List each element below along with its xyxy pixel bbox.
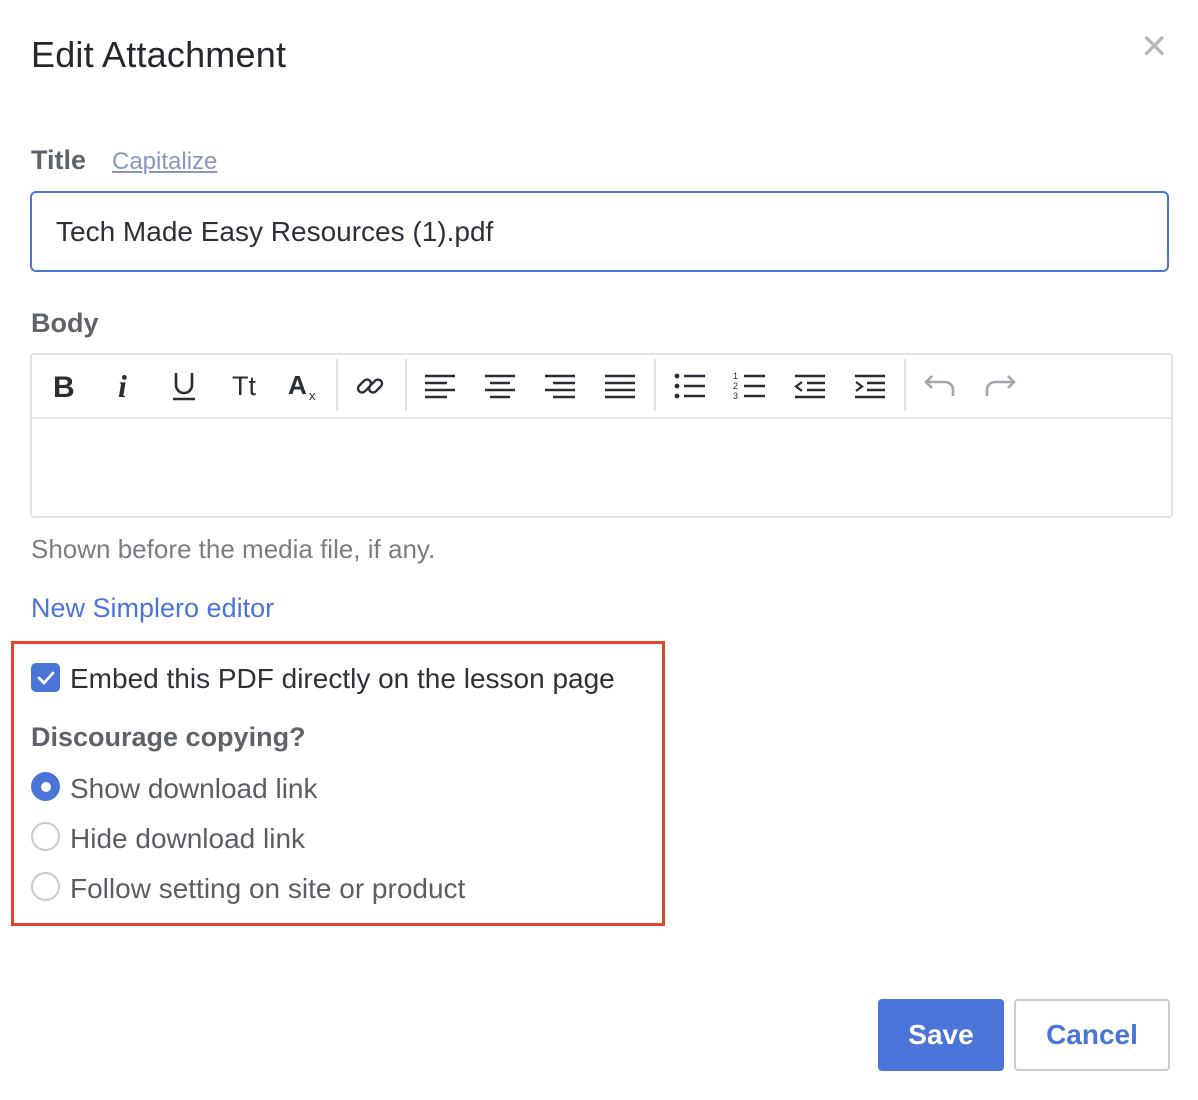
embed-pdf-checkbox[interactable]: [31, 663, 60, 692]
italic-icon[interactable]: i: [104, 365, 144, 407]
align-center-icon[interactable]: [480, 365, 520, 407]
svg-text:i: i: [118, 370, 127, 402]
indent-icon[interactable]: [850, 365, 890, 407]
svg-text:1: 1: [733, 371, 738, 381]
title-input[interactable]: [30, 191, 1169, 272]
close-icon[interactable]: ✕: [1140, 30, 1169, 64]
undo-icon[interactable]: [920, 365, 960, 407]
discourage-copying-label: Discourage copying?: [31, 722, 306, 752]
body-helper-text: Shown before the media file, if any.: [31, 534, 436, 564]
align-left-icon[interactable]: [420, 365, 460, 407]
align-justify-icon[interactable]: [600, 365, 640, 407]
clear-format-icon[interactable]: A x: [284, 365, 324, 407]
outdent-icon[interactable]: [790, 365, 830, 407]
bold-icon[interactable]: B: [44, 365, 84, 407]
editor-toolbar: B i Tt A x 1 2 3: [32, 355, 1171, 419]
toolbar-divider: [405, 359, 407, 411]
new-simplero-editor-link[interactable]: New Simplero editor: [31, 593, 274, 624]
dialog-title: Edit Attachment: [31, 34, 287, 75]
body-editor-content[interactable]: [32, 419, 1171, 516]
capitalize-link[interactable]: Capitalize: [112, 148, 217, 176]
body-rich-text-editor: B i Tt A x 1 2 3: [30, 353, 1173, 518]
redo-icon[interactable]: [980, 365, 1020, 407]
text-size-label: Tt: [232, 370, 256, 401]
cancel-button[interactable]: Cancel: [1014, 999, 1170, 1071]
align-right-icon[interactable]: [540, 365, 580, 407]
svg-text:3: 3: [733, 391, 738, 401]
radio-follow-setting[interactable]: [31, 872, 60, 901]
save-button[interactable]: Save: [878, 999, 1004, 1071]
radio-label-show-download-link[interactable]: Show download link: [70, 773, 318, 805]
radio-hide-download-link[interactable]: [31, 822, 60, 851]
bullet-list-icon[interactable]: [670, 365, 710, 407]
radio-label-hide-download-link[interactable]: Hide download link: [70, 823, 305, 855]
numbered-list-icon[interactable]: 1 2 3: [730, 365, 770, 407]
underline-icon[interactable]: [164, 365, 204, 407]
embed-pdf-label[interactable]: Embed this PDF directly on the lesson pa…: [70, 663, 615, 695]
svg-text:x: x: [309, 388, 316, 402]
radio-show-download-link[interactable]: [31, 772, 60, 801]
svg-text:2: 2: [733, 381, 738, 391]
svg-text:B: B: [53, 371, 75, 402]
toolbar-divider: [654, 359, 656, 411]
radio-label-follow-setting[interactable]: Follow setting on site or product: [70, 873, 465, 905]
text-size-icon[interactable]: Tt: [224, 365, 264, 407]
link-icon[interactable]: [350, 365, 390, 407]
svg-text:A: A: [288, 370, 307, 400]
toolbar-divider: [336, 359, 338, 411]
toolbar-divider: [904, 359, 906, 411]
checkmark-icon: [37, 671, 54, 684]
body-label: Body: [31, 308, 99, 338]
title-label: Title: [31, 145, 87, 175]
